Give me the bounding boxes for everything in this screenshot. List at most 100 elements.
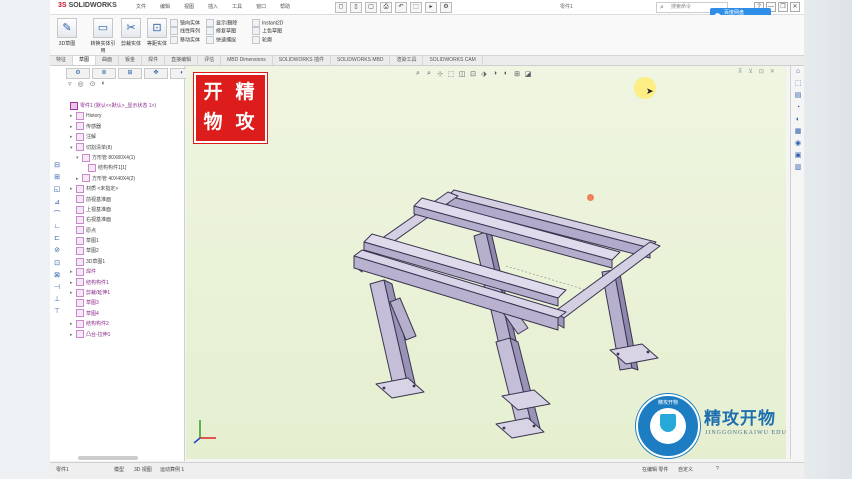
task-pane-icon[interactable]: ⬚ — [791, 78, 804, 90]
task-pane-icon[interactable]: ▣ — [791, 150, 804, 162]
mirror-entities-button[interactable]: 镜向实体 — [170, 19, 200, 27]
options-gear-icon[interactable]: ⚙ — [440, 2, 452, 13]
tree-item[interactable]: ▸ 凸台-拉伸1 — [64, 330, 184, 340]
left-toolbar-icon[interactable]: ⊿ — [50, 197, 64, 209]
view-icon[interactable]: ⊙ — [90, 80, 96, 88]
tab-3d-views[interactable]: 3D 视图 — [134, 466, 152, 473]
new-document-icon[interactable]: ◻ — [335, 2, 347, 13]
menu-item-view[interactable]: 视图 — [184, 3, 194, 10]
tab-mbd-dimensions[interactable]: MBD Dimensions — [221, 56, 273, 65]
tree-item[interactable]: ▸ 方形管 40X40X4(2) — [64, 174, 184, 184]
tree-item[interactable]: ▸ 剪裁/延伸1 — [64, 288, 184, 298]
linear-pattern-button[interactable]: 线性阵列 — [170, 27, 200, 36]
graphics-area[interactable]: ⌕⌕⊹⬚◫⊡⬗◑◐⊞◪ ⊼⊻⊡✕ 精 攻 开 物 ➤ — [186, 66, 786, 459]
tree-item[interactable]: 零件1 (默认<<默认>_显示状态 1>) — [64, 101, 184, 111]
tab-sheet-metal[interactable]: 钣金 — [119, 56, 143, 65]
menu-item-edit[interactable]: 编辑 — [160, 3, 170, 10]
filter-icon[interactable]: ▿ — [68, 80, 72, 88]
contours-button[interactable]: 轮廓 — [252, 35, 283, 44]
menu-item-insert[interactable]: 插入 — [208, 3, 218, 10]
tab-surfaces[interactable]: 曲面 — [96, 56, 120, 65]
view-orientation-triad[interactable] — [192, 416, 218, 444]
task-pane-icon[interactable]: ⌂ — [791, 66, 804, 78]
feature-tree-scrollbar[interactable] — [78, 456, 138, 460]
shaded-sketch-button[interactable]: 上色草图 — [252, 27, 283, 36]
tab-solidworks-mbd[interactable]: SOLIDWORKS MBD — [331, 56, 391, 65]
left-toolbar-icon[interactable]: ⊏ — [50, 233, 64, 245]
tree-item[interactable]: 3D草图1 — [64, 257, 184, 267]
left-toolbar-icon[interactable]: ⊥ — [50, 294, 64, 306]
property-manager-tab[interactable]: ≣ — [92, 68, 116, 79]
dimxpert-tab[interactable]: ✥ — [144, 68, 168, 79]
restore-button[interactable]: ❐ — [778, 2, 788, 12]
tree-item[interactable]: ▸ History — [64, 111, 184, 121]
tree-item[interactable]: ▾ 切割清单(8) — [64, 143, 184, 153]
tab-weldments[interactable]: 焊件 — [142, 56, 166, 65]
display-delete-relations-button[interactable]: 显示/删除 — [206, 19, 237, 27]
appearance-icon[interactable]: ◐ — [102, 80, 106, 88]
menu-item-help[interactable]: 帮助 — [280, 3, 290, 10]
status-units[interactable]: 自定义 — [678, 466, 693, 473]
trim-entities-button[interactable]: ✂ 剪裁实体 — [118, 18, 144, 47]
menu-item-file[interactable]: 文件 — [136, 3, 146, 10]
task-pane-icon[interactable]: ◐ — [791, 114, 804, 126]
tree-item[interactable]: 右视基准面 — [64, 215, 184, 225]
tree-item[interactable]: ▸ 传感器 — [64, 122, 184, 132]
status-help[interactable]: ? — [716, 466, 719, 472]
move-entities-button[interactable]: 移动实体 — [170, 35, 200, 44]
configuration-manager-tab[interactable]: ⊞ — [118, 68, 142, 79]
tab-motion-study[interactable]: 运动算例 1 — [160, 466, 184, 473]
tree-item[interactable]: 草图2 — [64, 246, 184, 256]
tab-solidworks-addins[interactable]: SOLIDWORKS 插件 — [273, 56, 332, 65]
tree-item[interactable]: ▸ 结构构件1 — [64, 278, 184, 288]
rebuild-icon[interactable]: ▸ — [425, 2, 437, 13]
left-toolbar-icon[interactable]: ⊣ — [50, 282, 64, 294]
tree-item[interactable]: ▸ 注解 — [64, 132, 184, 142]
instant2d-button[interactable]: Instant2D — [252, 19, 283, 27]
save-icon[interactable]: ▢ — [365, 2, 377, 13]
close-button[interactable]: ✕ — [790, 2, 800, 12]
left-toolbar-icon[interactable]: ⌒ — [50, 209, 64, 221]
tree-item[interactable]: ▸ 结构构件2 — [64, 319, 184, 329]
tab-solidworks-cam[interactable]: SOLIDWORKS CAM — [423, 56, 483, 65]
tree-item[interactable]: 上视基准面 — [64, 205, 184, 215]
task-pane-icon[interactable]: ◔ — [791, 102, 804, 114]
tab-features[interactable]: 特征 — [50, 56, 74, 65]
feature-tree-tab[interactable]: ⚙ — [66, 68, 90, 79]
tab-sketch[interactable]: 草图 — [73, 56, 97, 65]
tree-item[interactable]: 草图1 — [64, 236, 184, 246]
menu-item-window[interactable]: 窗口 — [256, 3, 266, 10]
tab-evaluate[interactable]: 评估 — [198, 56, 222, 65]
task-pane-icon[interactable]: ▦ — [791, 126, 804, 138]
left-toolbar-icon[interactable]: ⊞ — [50, 172, 64, 184]
tree-item[interactable]: ▸ 焊件 — [64, 267, 184, 277]
menu-item-tools[interactable]: 工具 — [232, 3, 242, 10]
open-file-icon[interactable]: ▯ — [350, 2, 362, 13]
tree-item[interactable]: 原点 — [64, 226, 184, 236]
tree-item[interactable]: 草图3 — [64, 298, 184, 308]
show-hide-icon[interactable]: ◎ — [78, 80, 84, 88]
left-toolbar-icon[interactable]: ⊘ — [50, 245, 64, 257]
tree-item[interactable]: 草图4 — [64, 309, 184, 319]
print-icon[interactable]: ⎙ — [380, 2, 392, 13]
tab-model[interactable]: 模型 — [114, 466, 124, 473]
left-toolbar-icon[interactable]: ◱ — [50, 184, 64, 196]
tree-item[interactable]: ▾ 方形管 80X80X4(1) — [64, 153, 184, 163]
offset-entities-button[interactable]: ⊡ 等距实体 — [144, 18, 170, 47]
tree-item[interactable]: 前视基准面 — [64, 195, 184, 205]
convert-entities-button[interactable]: ▭ 转换实体引用 — [90, 18, 116, 54]
left-toolbar-icon[interactable]: ⊤ — [50, 306, 64, 318]
quick-snaps-button[interactable]: 快速捕捉 — [206, 35, 237, 44]
task-pane-icon[interactable]: ▥ — [791, 162, 804, 174]
tab-render-tools[interactable]: 渲染工具 — [390, 56, 424, 65]
3d-sketch-button[interactable]: ✎ 3D草图 — [54, 18, 80, 47]
task-pane-icon[interactable]: ◉ — [791, 138, 804, 150]
left-toolbar-icon[interactable]: ∟ — [50, 221, 64, 233]
tab-direct-editing[interactable]: 直接编辑 — [165, 56, 199, 65]
task-pane-icon[interactable]: ▤ — [791, 90, 804, 102]
left-toolbar-icon[interactable]: ⊟ — [50, 160, 64, 172]
tree-item[interactable]: ▸ 材质 <未指定> — [64, 184, 184, 194]
tree-item[interactable]: 结构构件1[1] — [64, 163, 184, 173]
solidworks-logo[interactable]: 3S SOLIDWORKS — [58, 2, 117, 9]
repair-sketch-button[interactable]: 修复草图 — [206, 27, 237, 36]
